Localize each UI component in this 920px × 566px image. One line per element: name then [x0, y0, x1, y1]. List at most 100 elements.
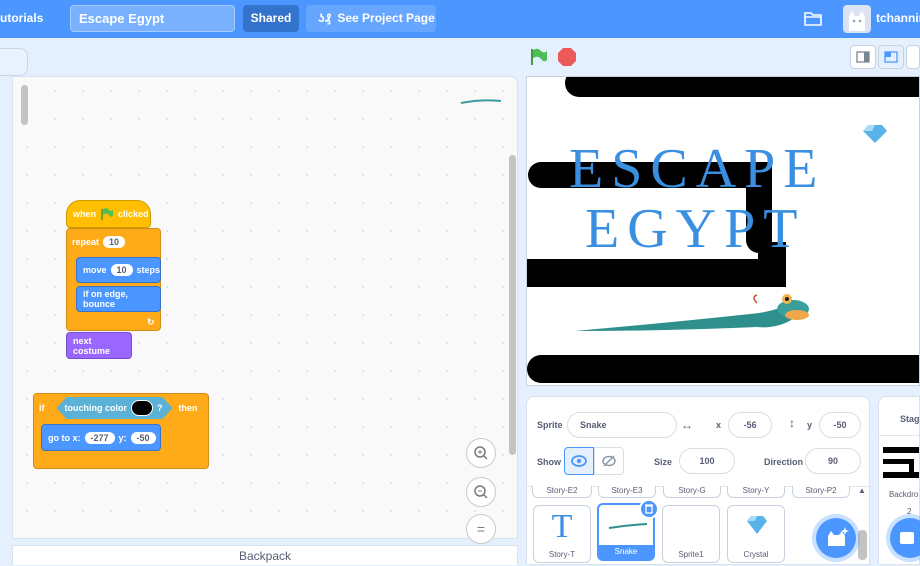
zoom-reset-button[interactable]: =: [466, 514, 496, 544]
sprite-name: Sprite1: [678, 550, 704, 559]
sprite-tile-story-p2[interactable]: Story-P2: [792, 486, 850, 498]
add-sprite-icon: [828, 527, 849, 546]
eye-icon: [571, 455, 587, 467]
zoom-out-button[interactable]: [466, 477, 496, 507]
goto-xy-block[interactable]: go to x: -277 y: -50: [41, 424, 161, 451]
backpack-bar[interactable]: Backpack: [12, 545, 518, 565]
sprite-list-scroll-up[interactable]: ▲: [858, 486, 866, 495]
sprite-tile-sprite1[interactable]: Sprite1: [662, 505, 720, 563]
sprite-list-scrollbar[interactable]: [858, 530, 867, 560]
project-title-input[interactable]: [70, 5, 235, 32]
y-field[interactable]: -50: [819, 412, 861, 438]
delete-sprite-button[interactable]: [639, 499, 659, 519]
add-backdrop-icon: [900, 532, 914, 544]
see-project-page-button[interactable]: ʖ₰ See Project Page: [306, 5, 436, 32]
workspace-scrollbar-left[interactable]: [21, 85, 28, 125]
x-arrows-icon: ↔: [681, 418, 693, 432]
color-swatch[interactable]: [131, 400, 153, 416]
clicked-label: clicked: [118, 209, 149, 219]
steps-label: steps: [136, 265, 161, 275]
y-arrows-icon: ↕: [789, 416, 795, 430]
bounce-block[interactable]: if on edge, bounce: [76, 286, 161, 312]
size-field[interactable]: 100: [679, 448, 735, 474]
zoom-out-icon: [474, 485, 488, 499]
sprite-tile-story-t[interactable]: T Story-T: [533, 505, 591, 563]
x-label: x: [716, 420, 722, 430]
project-page-icon: ʖ₰: [318, 11, 332, 25]
goto-x-input[interactable]: -277: [84, 431, 115, 444]
direction-label: Direction: [764, 457, 804, 467]
repeat-arrow-icon: ↻: [147, 317, 155, 327]
sprite-name: Snake: [599, 545, 653, 559]
next-costume-label: next costume: [73, 335, 111, 356]
snake-thumb-image: [608, 523, 648, 529]
then-label: then: [178, 403, 198, 413]
sprite-name: Story-T: [548, 550, 576, 559]
sprite-info: Sprite Snake ↔ x -56 ↕ y -50 Show Size 1…: [527, 397, 871, 487]
backdrops-count: 2: [907, 507, 912, 516]
choose-backdrop-button[interactable]: [890, 518, 920, 558]
normal-stage-icon: [884, 51, 898, 63]
normal-stage-button[interactable]: [878, 45, 904, 69]
fullscreen-button[interactable]: [906, 45, 920, 69]
stage-divider: [879, 435, 919, 436]
zoom-in-icon: [474, 446, 488, 460]
green-flag-button[interactable]: [529, 47, 549, 67]
username-label[interactable]: tchannin: [876, 11, 920, 25]
show-hidden-button[interactable]: [594, 447, 624, 475]
size-label: Size: [654, 457, 673, 467]
goto-label: go to x:: [48, 432, 81, 443]
backdrop-thumb-image: [883, 447, 919, 478]
workspace-scrollbar[interactable]: [509, 155, 516, 455]
repeat-count-input[interactable]: 10: [103, 235, 126, 248]
folder-icon[interactable]: [804, 10, 822, 26]
move-steps-block[interactable]: move 10 steps: [76, 257, 161, 283]
y-label: y: [807, 420, 813, 430]
stage-label: Stage: [900, 414, 920, 424]
show-visible-button[interactable]: [564, 447, 594, 475]
menu-bar: utorials Shared ʖ₰ See Project Page tchan…: [0, 0, 920, 38]
zoom-in-button[interactable]: [466, 438, 496, 468]
sprite-tile-story-e2[interactable]: Story-E2: [532, 486, 592, 498]
goto-y-input[interactable]: -50: [130, 431, 156, 444]
repeat-label: repeat: [72, 236, 100, 247]
avatar[interactable]: [843, 5, 871, 33]
trash-icon: [645, 504, 653, 514]
direction-field[interactable]: 90: [805, 448, 861, 474]
move-steps-input[interactable]: 10: [110, 264, 133, 276]
eye-hidden-icon: [602, 455, 616, 467]
stage-canvas[interactable]: ESCAPE EGYPT: [526, 76, 920, 386]
sprite-name-field[interactable]: Snake: [567, 412, 677, 438]
when-label: when: [73, 209, 97, 219]
backdrops-label: Backdro: [889, 490, 919, 499]
story-t-image: T: [551, 508, 573, 545]
stop-button[interactable]: [557, 47, 577, 67]
repeat-block[interactable]: repeat 10: [66, 229, 161, 254]
x-field[interactable]: -56: [728, 412, 772, 438]
sprite-tile-crystal[interactable]: Crystal: [727, 505, 785, 563]
if-block[interactable]: if touching color ? then: [33, 394, 209, 422]
shared-button[interactable]: Shared: [243, 5, 299, 32]
sprite-label: Sprite: [537, 420, 563, 430]
cat-avatar-icon: [849, 11, 865, 31]
see-project-page-label: See Project Page: [337, 11, 435, 25]
show-label: Show: [537, 457, 561, 467]
green-flag-icon: [101, 208, 114, 220]
small-stage-button[interactable]: [850, 45, 876, 69]
sprite-tile-story-y[interactable]: Story-Y: [727, 486, 785, 498]
stage-title-line-1: ESCAPE: [569, 138, 826, 200]
question-mark: ?: [157, 403, 163, 413]
sprite-tile-story-e3[interactable]: Story-E3: [598, 486, 656, 498]
next-costume-block[interactable]: next costume: [66, 332, 132, 359]
editor-tab[interactable]: [0, 48, 28, 76]
sprite-tile-story-g[interactable]: Story-G: [663, 486, 721, 498]
if-label: if: [39, 403, 45, 413]
bounce-label: if on edge, bounce: [83, 289, 128, 309]
touching-color-block[interactable]: touching color ?: [56, 397, 173, 419]
crystal-thumb-image: [747, 516, 767, 534]
small-stage-icon: [856, 51, 870, 63]
tutorials-menu[interactable]: utorials: [0, 11, 43, 25]
when-flag-clicked-block[interactable]: when clicked: [66, 200, 151, 228]
stage-title-line-2: EGYPT: [585, 198, 806, 260]
choose-sprite-button[interactable]: [816, 518, 856, 558]
